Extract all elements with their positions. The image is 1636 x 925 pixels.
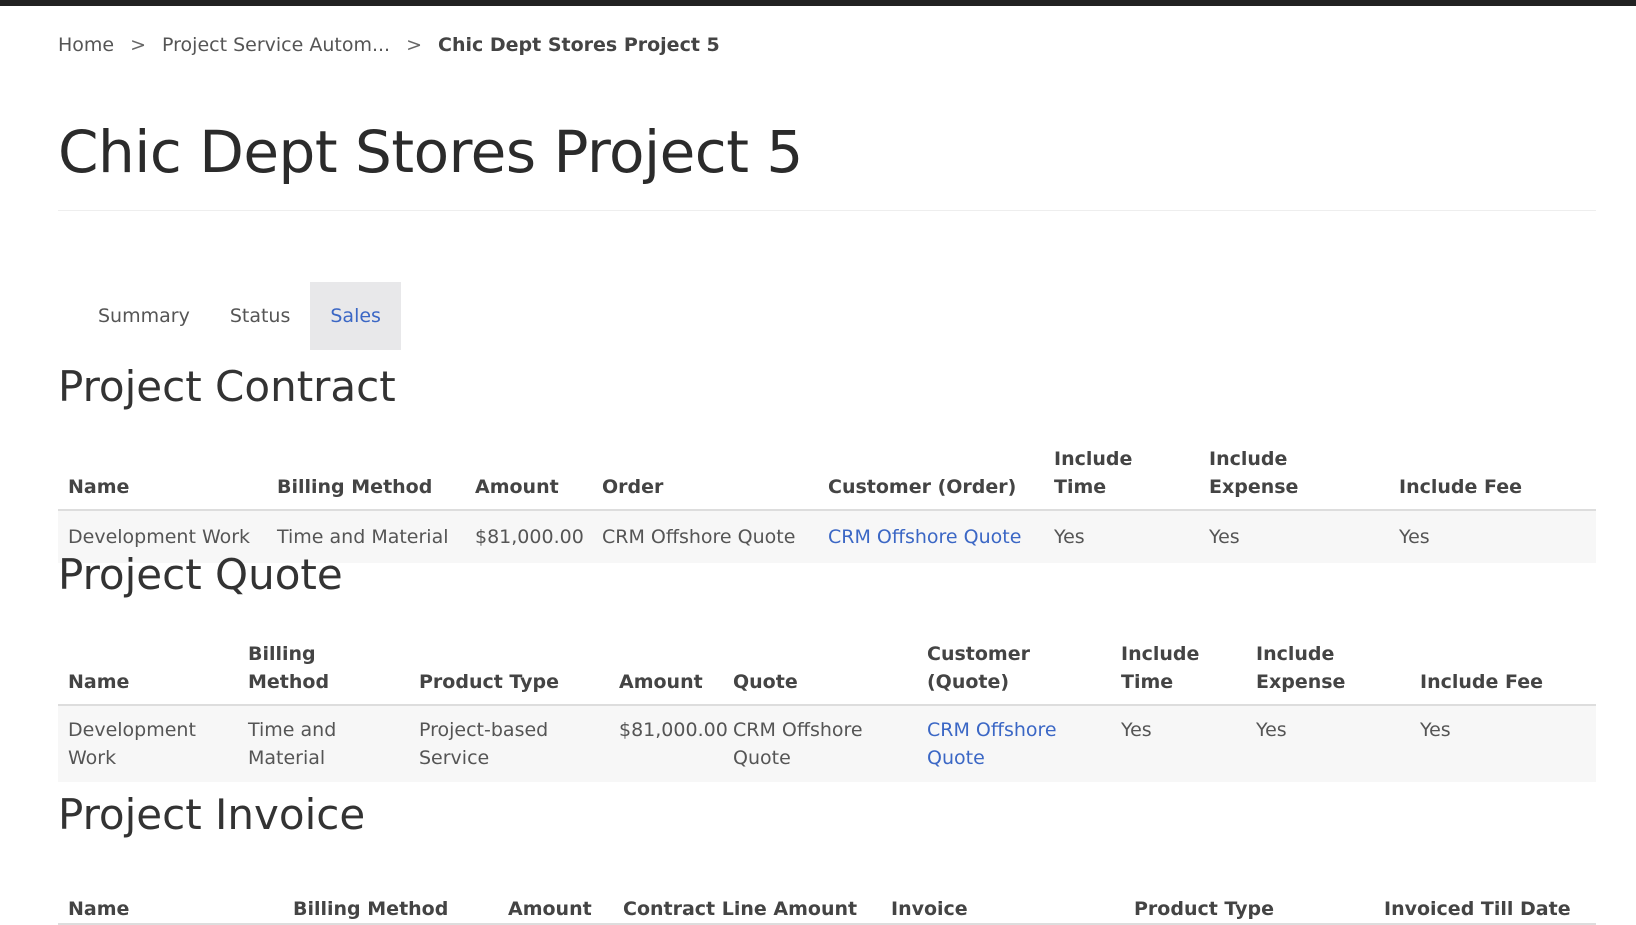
breadcrumb-separator: > — [406, 34, 422, 56]
table-cell: Time and Material — [238, 705, 409, 782]
column-header[interactable]: Include Expense — [1246, 640, 1410, 706]
column-header[interactable]: Include Expense — [1199, 445, 1389, 511]
column-header[interactable]: Include Fee — [1410, 640, 1596, 706]
project-invoice-table: Name Billing Method Amount Contract Line… — [58, 895, 1596, 925]
column-header[interactable]: Order — [592, 445, 818, 511]
column-header[interactable]: Amount — [465, 445, 592, 511]
table-cell: $81,000.00 — [465, 510, 592, 563]
page-title: Chic Dept Stores Project 5 — [58, 118, 803, 186]
project-contract-table: Name Billing Method Amount Order Custome… — [58, 445, 1596, 563]
table-cell: Project-based Service — [409, 705, 609, 782]
column-header[interactable]: Quote — [723, 640, 917, 706]
column-header[interactable]: Product Type — [409, 640, 609, 706]
customer-order-link[interactable]: CRM Offshore Quote — [818, 510, 1044, 563]
breadcrumb: Home > Project Service Autom... > Chic D… — [58, 34, 720, 56]
tab-summary[interactable]: Summary — [78, 282, 210, 350]
column-header[interactable]: Name — [58, 445, 267, 511]
table-cell: CRM Offshore Quote — [592, 510, 818, 563]
breadcrumb-home[interactable]: Home — [58, 34, 114, 56]
table-cell: CRM Offshore Quote — [723, 705, 917, 782]
customer-quote-link[interactable]: CRM Offshore Quote — [917, 705, 1111, 782]
project-quote-table: Name Billing Method Product Type Amount … — [58, 640, 1596, 782]
tab-status[interactable]: Status — [210, 282, 311, 350]
tab-sales[interactable]: Sales — [310, 282, 401, 350]
table-header-row: Name Billing Method Amount Order Custome… — [58, 445, 1596, 511]
project-quote-heading: Project Quote — [58, 550, 343, 599]
table-cell: Yes — [1389, 510, 1596, 563]
table-cell: Yes — [1410, 705, 1596, 782]
top-bar — [0, 0, 1636, 6]
column-header[interactable]: Include Time — [1044, 445, 1199, 511]
table-cell: $81,000.00 — [609, 705, 728, 782]
column-header[interactable]: Customer (Order) — [818, 445, 1044, 511]
project-invoice-heading: Project Invoice — [58, 790, 366, 839]
table-cell: Yes — [1199, 510, 1389, 563]
column-header[interactable]: Name — [58, 640, 238, 706]
column-header[interactable]: Include Time — [1111, 640, 1246, 706]
table-row: Development Work Time and Material Proje… — [58, 705, 1596, 782]
table-cell: Yes — [1111, 705, 1246, 782]
table-cell: Development Work — [58, 705, 238, 782]
breadcrumb-current: Chic Dept Stores Project 5 — [438, 34, 720, 56]
table-cell: Yes — [1044, 510, 1199, 563]
column-header[interactable]: Include Fee — [1389, 445, 1596, 511]
breadcrumb-project-service[interactable]: Project Service Autom... — [162, 34, 390, 56]
table-header-row: Name Billing Method Product Type Amount … — [58, 640, 1596, 706]
column-header[interactable]: Amount — [609, 640, 723, 706]
column-header[interactable]: Customer (Quote) — [917, 640, 1111, 706]
title-divider — [58, 210, 1596, 211]
tab-bar: Summary Status Sales — [78, 282, 401, 350]
column-header[interactable]: Billing Method — [267, 445, 465, 511]
breadcrumb-separator: > — [130, 34, 147, 56]
table-cell: Yes — [1246, 705, 1410, 782]
column-header[interactable]: Billing Method — [238, 640, 409, 706]
project-contract-heading: Project Contract — [58, 362, 396, 411]
